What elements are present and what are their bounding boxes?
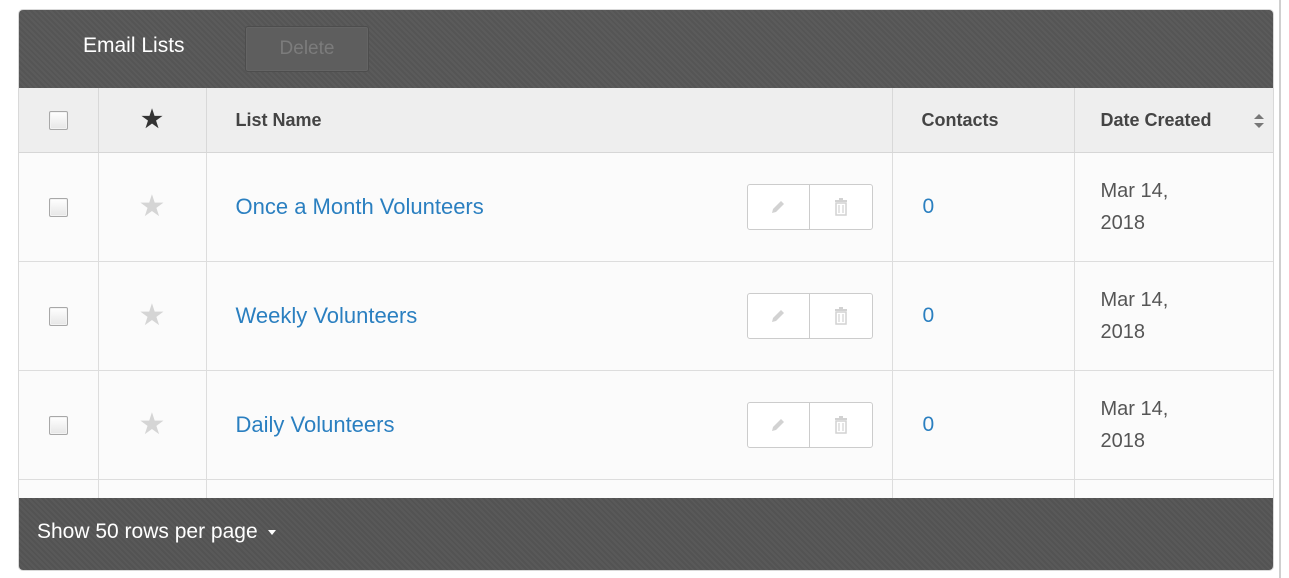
date-created-value: Mar 14, 2018 xyxy=(1101,393,1251,457)
date-created-header-label: Date Created xyxy=(1100,110,1212,130)
date-line-1: Mar 14, xyxy=(1100,180,1169,202)
select-all-header xyxy=(19,88,99,153)
trash-icon xyxy=(834,416,847,434)
row-actions xyxy=(746,402,873,448)
row-checkbox[interactable] xyxy=(48,306,68,326)
email-lists-table: ★ List Name Contacts Date Created ★ Once… xyxy=(19,88,1273,502)
contacts-count-link[interactable]: 0 xyxy=(923,304,935,328)
delete-row-button[interactable] xyxy=(809,185,872,229)
rows-per-page-label: Show 50 rows per page xyxy=(37,520,258,543)
edit-button[interactable] xyxy=(748,185,810,229)
date-line-2: 2018 xyxy=(1100,212,1146,234)
contacts-header[interactable]: Contacts xyxy=(892,88,1075,153)
pencil-icon xyxy=(772,201,785,213)
table-footer: Show 50 rows per page xyxy=(19,498,1273,570)
row-actions xyxy=(746,184,873,230)
email-lists-panel: Email Lists Delete ★ List Name Contacts xyxy=(19,10,1273,570)
star-icon: ★ xyxy=(141,106,163,133)
date-created-cell: Mar 14, 2018 xyxy=(1074,261,1273,371)
toolbar: Email Lists Delete xyxy=(19,10,1273,88)
delete-row-button[interactable] xyxy=(809,403,872,447)
delete-row-button[interactable] xyxy=(809,294,872,338)
caret-down-icon xyxy=(267,529,276,535)
date-created-cell: Mar 14, 2018 xyxy=(1074,370,1273,480)
row-select-cell xyxy=(19,370,99,480)
list-name-cell: Daily Volunteers xyxy=(206,370,893,480)
table-row: ★ Daily Volunteers 0 Mar 14, 2018 xyxy=(19,370,1273,480)
favorite-star-icon[interactable]: ★ xyxy=(99,192,206,222)
contacts-cell: 0 xyxy=(892,370,1075,480)
list-name-cell: Once a Month Volunteers xyxy=(206,152,893,262)
list-name-header-label: List Name xyxy=(235,110,322,130)
row-actions xyxy=(746,293,873,339)
list-name-link[interactable]: Weekly Volunteers xyxy=(236,303,418,329)
favorite-header[interactable]: ★ xyxy=(98,88,207,153)
row-favorite-cell: ★ xyxy=(98,261,207,371)
contacts-cell: 0 xyxy=(892,261,1075,371)
select-all-checkbox[interactable] xyxy=(48,110,68,130)
page-title: Email Lists xyxy=(83,34,185,57)
date-created-cell: Mar 14, 2018 xyxy=(1074,152,1273,262)
contacts-count-link[interactable]: 0 xyxy=(923,413,935,437)
date-created-header[interactable]: Date Created xyxy=(1074,88,1273,153)
list-name-link[interactable]: Once a Month Volunteers xyxy=(236,194,484,220)
row-checkbox[interactable] xyxy=(48,415,68,435)
row-select-cell xyxy=(19,152,99,262)
edit-button[interactable] xyxy=(748,294,810,338)
favorite-star-icon[interactable]: ★ xyxy=(99,301,206,331)
table-row: ★ Weekly Volunteers 0 Mar 14, 2018 xyxy=(19,261,1273,371)
row-checkbox[interactable] xyxy=(48,197,68,217)
pencil-icon xyxy=(772,310,785,322)
favorite-star-icon[interactable]: ★ xyxy=(99,410,206,440)
contacts-count-link[interactable]: 0 xyxy=(923,195,935,219)
table-header-row: ★ List Name Contacts Date Created xyxy=(19,88,1273,153)
list-name-cell: Weekly Volunteers xyxy=(206,261,893,371)
list-name-header[interactable]: List Name xyxy=(206,88,893,153)
date-line-2: 2018 xyxy=(1100,321,1146,343)
date-line-1: Mar 14, xyxy=(1100,398,1169,420)
date-created-value: Mar 14, 2018 xyxy=(1101,175,1251,239)
delete-button[interactable]: Delete xyxy=(245,26,369,72)
date-line-1: Mar 14, xyxy=(1100,289,1169,311)
contacts-cell: 0 xyxy=(892,152,1075,262)
contacts-header-label: Contacts xyxy=(921,110,999,130)
rows-per-page-dropdown[interactable]: Show 50 rows per page xyxy=(37,520,276,544)
edit-button[interactable] xyxy=(748,403,810,447)
table-row: ★ Once a Month Volunteers 0 Mar 14, 2018 xyxy=(19,152,1273,262)
row-favorite-cell: ★ xyxy=(98,152,207,262)
row-select-cell xyxy=(19,261,99,371)
sort-icon xyxy=(1254,114,1264,128)
date-line-2: 2018 xyxy=(1100,430,1146,452)
row-favorite-cell: ★ xyxy=(98,370,207,480)
pencil-icon xyxy=(772,419,785,431)
trash-icon xyxy=(834,307,847,325)
date-created-value: Mar 14, 2018 xyxy=(1101,284,1251,348)
window-edge xyxy=(1279,0,1281,578)
trash-icon xyxy=(834,198,847,216)
list-name-link[interactable]: Daily Volunteers xyxy=(236,412,395,438)
